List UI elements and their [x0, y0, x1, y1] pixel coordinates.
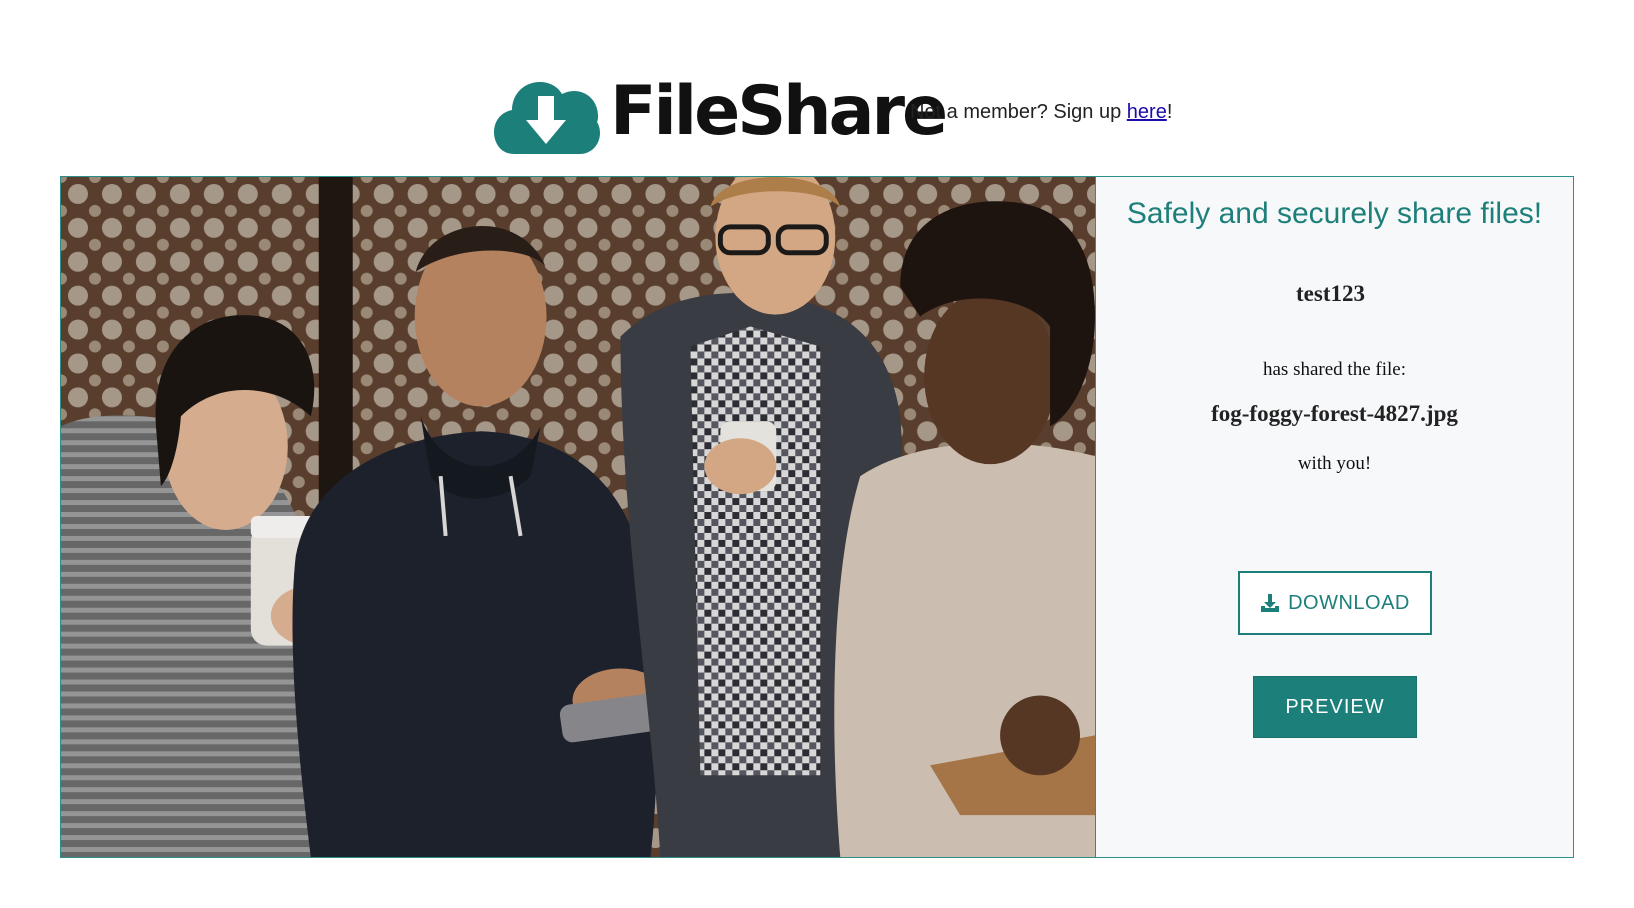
- signup-prompt: Not a member? Sign up here!: [910, 101, 1172, 124]
- preview-label: PREVIEW: [1285, 695, 1385, 718]
- signup-link[interactable]: here: [1127, 101, 1167, 123]
- preview-button[interactable]: PREVIEW: [1253, 676, 1417, 738]
- signup-text: Not a member? Sign up: [910, 101, 1127, 123]
- share-card: Safely and securely share files! test123…: [60, 176, 1574, 858]
- people-photo-illustration: [61, 177, 1095, 857]
- brand-name: FileShare: [610, 72, 948, 151]
- with-you-text: with you!: [1297, 453, 1372, 474]
- shared-message: has shared the file:: [1263, 359, 1406, 380]
- sharer-username: test123: [1296, 281, 1365, 306]
- signup-suffix: !: [1166, 101, 1173, 123]
- tagline: Safely and securely share files!: [1126, 197, 1543, 230]
- share-panel: Safely and securely share files! test123…: [1096, 177, 1573, 857]
- hero-photo: [61, 177, 1096, 857]
- page-header: FileShare Not a member? Sign up here!: [0, 0, 1634, 176]
- download-label: DOWNLOAD: [1288, 591, 1410, 614]
- download-icon: [1261, 594, 1280, 612]
- download-button[interactable]: DOWNLOAD: [1238, 571, 1432, 635]
- shared-filename: fog-foggy-forest-4827.jpg: [1211, 401, 1458, 426]
- cloud-download-icon: [494, 82, 600, 154]
